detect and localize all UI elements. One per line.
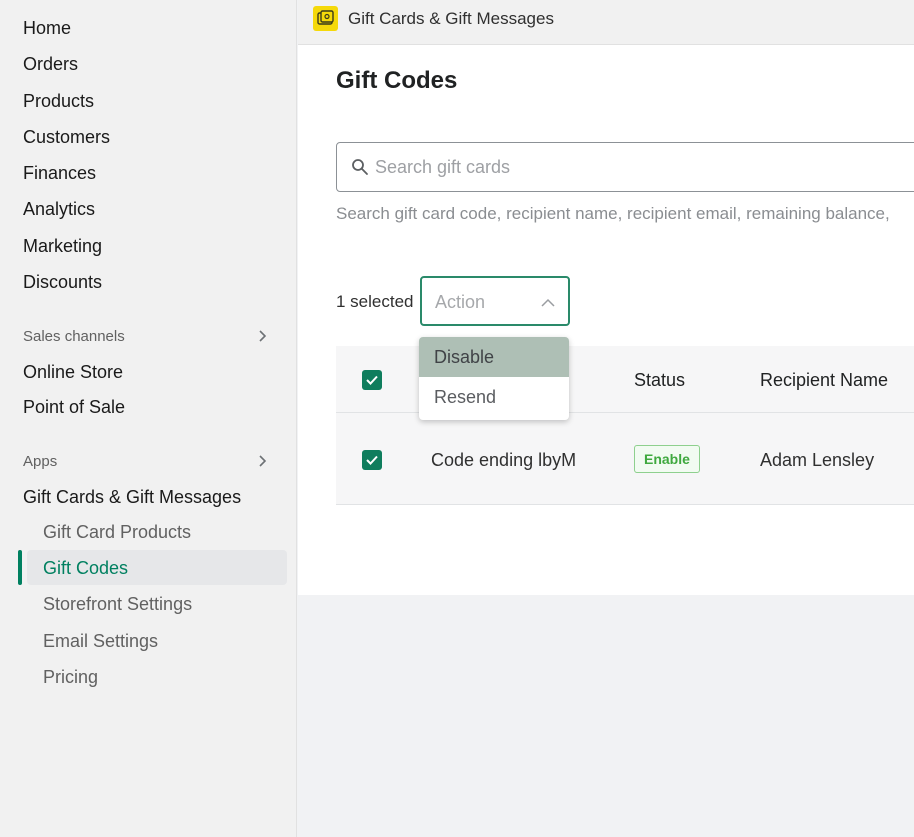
main-content: Gift Codes Search gift card code, recipi… <box>298 45 914 595</box>
action-select[interactable]: Action <box>420 276 570 326</box>
sidebar: Home Orders Products Customers Finances … <box>0 0 297 837</box>
action-select-label: Action <box>435 292 486 312</box>
recipient-name-cell: Adam Lensley <box>760 450 875 470</box>
nav-item-gift-cards-app[interactable]: Gift Cards & Gift Messages <box>23 487 241 508</box>
apps-heading: Apps <box>23 453 58 470</box>
nav-item-marketing[interactable]: Marketing <box>23 236 102 257</box>
nav-item-finances[interactable]: Finances <box>23 163 96 184</box>
active-item-indicator <box>18 550 22 585</box>
search-input[interactable] <box>375 155 914 179</box>
nav-item-analytics[interactable]: Analytics <box>23 199 95 220</box>
sub-item-storefront-settings[interactable]: Storefront Settings <box>43 594 192 615</box>
action-dropdown-menu: Disable Resend <box>419 337 569 420</box>
nav-item-online-store[interactable]: Online Store <box>23 362 123 383</box>
action-option-resend[interactable]: Resend <box>419 377 569 417</box>
chevron-up-icon <box>541 295 555 313</box>
select-all-checkbox[interactable] <box>362 370 382 390</box>
column-header-status[interactable]: Status <box>634 370 685 391</box>
nav-item-discounts[interactable]: Discounts <box>23 272 102 293</box>
sub-item-gift-card-products[interactable]: Gift Card Products <box>43 522 191 543</box>
nav-item-products[interactable]: Products <box>23 91 94 112</box>
gift-card-app-icon <box>313 6 338 31</box>
status-badge: Enable <box>634 445 700 473</box>
app-header: Gift Cards & Gift Messages <box>298 0 914 45</box>
sub-item-email-settings[interactable]: Email Settings <box>43 631 158 652</box>
action-option-disable[interactable]: Disable <box>419 337 569 377</box>
search-box[interactable] <box>336 142 914 192</box>
search-icon <box>351 158 369 181</box>
apps-chevron-right-icon[interactable] <box>255 454 269 468</box>
row-checkbox[interactable] <box>362 450 382 470</box>
sales-channels-chevron-right-icon[interactable] <box>255 329 269 343</box>
sub-item-gift-codes[interactable]: Gift Codes <box>43 558 128 579</box>
sales-channels-heading: Sales channels <box>23 328 125 345</box>
search-help-text: Search gift card code, recipient name, r… <box>336 204 890 223</box>
page-title: Gift Codes <box>336 67 458 94</box>
nav-item-customers[interactable]: Customers <box>23 127 110 148</box>
nav-item-home[interactable]: Home <box>23 18 71 39</box>
column-header-recipient-name[interactable]: Recipient Name <box>760 370 888 391</box>
app-title: Gift Cards & Gift Messages <box>348 9 554 28</box>
nav-item-orders[interactable]: Orders <box>23 54 78 75</box>
sub-item-pricing[interactable]: Pricing <box>43 667 98 688</box>
table-row[interactable]: Code ending lbyM Enable Adam Lensley <box>336 413 914 505</box>
gift-code-cell[interactable]: Code ending lbyM <box>431 450 576 471</box>
nav-item-point-of-sale[interactable]: Point of Sale <box>23 397 125 418</box>
selected-count: 1 selected <box>336 292 414 311</box>
